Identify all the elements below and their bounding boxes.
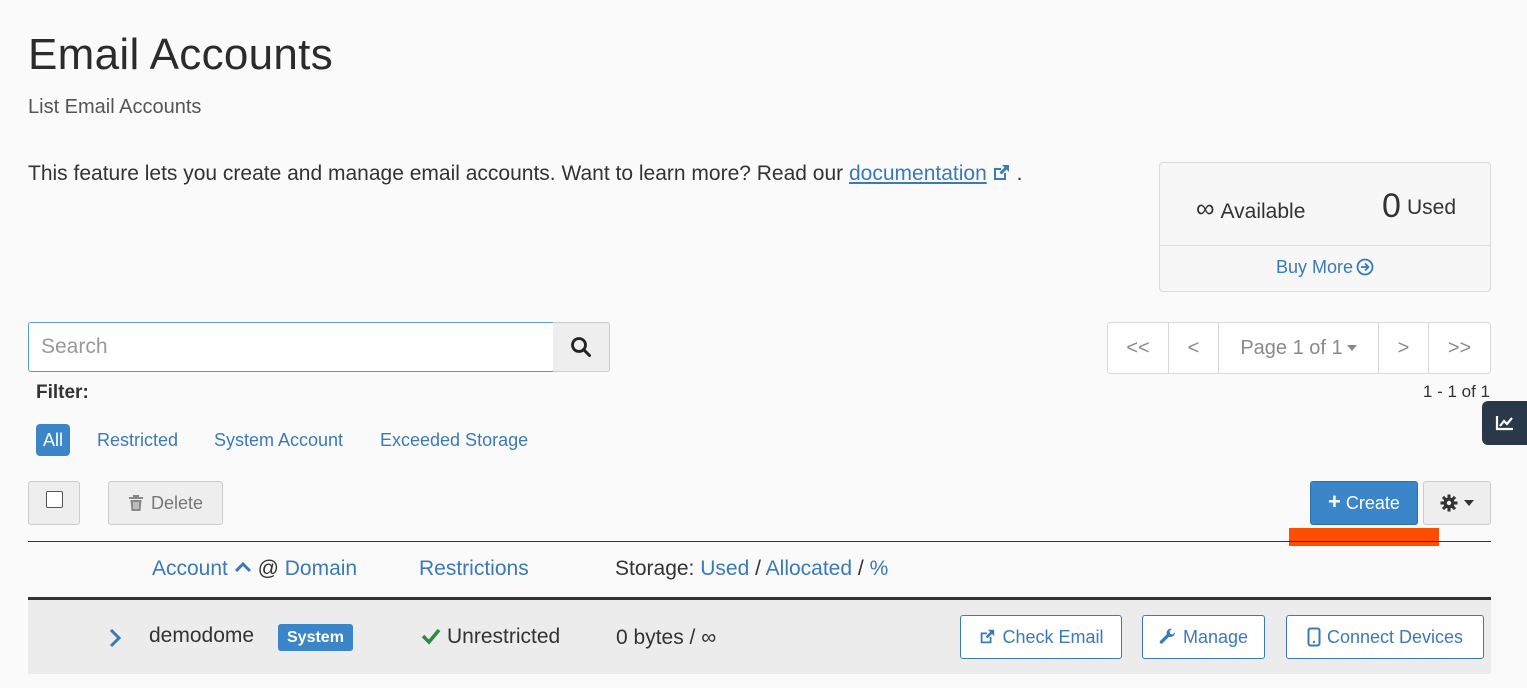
search-input[interactable]	[28, 322, 554, 372]
arrow-circle-right-icon	[1356, 258, 1374, 276]
search-button[interactable]	[553, 322, 610, 372]
first-page-button[interactable]: <<	[1108, 323, 1169, 373]
storage-header: Storage: Used / Allocated / %	[615, 557, 888, 581]
sort-by-used[interactable]: Used	[700, 557, 749, 580]
account-domain-header: Account @ Domain	[152, 557, 357, 581]
next-page-button[interactable]: >	[1379, 323, 1429, 373]
mobile-icon	[1307, 627, 1321, 647]
line-chart-icon	[1495, 416, 1513, 431]
check-email-label: Check Email	[1002, 626, 1104, 647]
buy-more-label[interactable]: Buy More	[1276, 257, 1353, 277]
search-icon	[571, 337, 591, 357]
external-link-icon	[981, 629, 995, 644]
create-button[interactable]: + Create	[1310, 481, 1418, 525]
intro-description: This feature lets you create and manage …	[28, 162, 844, 185]
system-badge: System	[278, 624, 353, 651]
restriction-status: Unrestricted	[421, 625, 560, 649]
result-count: 1 - 1 of 1	[1422, 382, 1490, 401]
gear-icon	[1440, 494, 1458, 512]
restriction-label: Unrestricted	[447, 625, 561, 648]
external-link-icon[interactable]	[991, 163, 1011, 183]
plus-icon: +	[1328, 489, 1341, 514]
filter-label: Filter:	[36, 382, 89, 403]
account-name: demodome	[149, 624, 255, 647]
check-email-button[interactable]: Check Email	[960, 615, 1122, 659]
caret-down-icon	[1464, 500, 1474, 506]
manage-button[interactable]: Manage	[1142, 615, 1265, 659]
buy-more-link[interactable]: Buy More	[1160, 257, 1490, 278]
storage-separator: /	[755, 557, 761, 580]
page-select-label: Page 1 of 1	[1240, 336, 1343, 359]
filter-system-account[interactable]: System Account	[214, 424, 343, 456]
caret-down-icon	[1346, 345, 1357, 351]
used-label: Used	[1406, 196, 1456, 219]
delete-button[interactable]: Delete	[108, 481, 223, 525]
page-subtitle: List Email Accounts	[28, 96, 202, 118]
filter-restricted[interactable]: Restricted	[97, 424, 178, 456]
sort-by-percent[interactable]: %	[870, 557, 889, 580]
settings-dropdown-button[interactable]	[1423, 481, 1491, 525]
connect-devices-label: Connect Devices	[1326, 626, 1464, 647]
infinity-symbol: ∞	[1196, 193, 1215, 223]
check-icon	[421, 628, 441, 645]
at-separator: @	[257, 557, 279, 580]
expand-row-chevron-icon[interactable]	[108, 628, 122, 648]
stats-side-tab[interactable]	[1482, 401, 1527, 445]
page-title: Email Accounts	[28, 30, 334, 79]
restrictions-header[interactable]: Restrictions	[419, 557, 529, 581]
checkbox-box	[45, 490, 63, 508]
documentation-link[interactable]: documentation	[849, 162, 987, 185]
wrench-icon	[1159, 628, 1176, 644]
usage-stats-card: ∞ Available 0 Used Buy More	[1159, 162, 1491, 292]
storage-separator: /	[857, 557, 864, 580]
delete-label: Delete	[150, 492, 204, 513]
select-all-checkbox[interactable]	[28, 481, 80, 525]
trash-icon	[128, 495, 143, 511]
intro-text: This feature lets you create and manage …	[28, 162, 1022, 186]
sort-by-account[interactable]: Account	[152, 557, 228, 580]
used-count: 0	[1382, 187, 1401, 225]
last-page-button[interactable]: >>	[1429, 323, 1490, 373]
pagination: << < Page 1 of 1 > >>	[1107, 322, 1491, 374]
prev-page-button[interactable]: <	[1169, 323, 1219, 373]
sort-by-domain[interactable]: Domain	[285, 557, 357, 580]
create-label: Create	[1345, 492, 1400, 513]
storage-value: 0 bytes / ∞	[616, 626, 717, 649]
filter-exceeded-storage[interactable]: Exceeded Storage	[380, 424, 528, 456]
used-stat: 0 Used	[1382, 187, 1456, 226]
intro-trailing: .	[1016, 162, 1023, 185]
available-label: Available	[1220, 200, 1306, 223]
connect-devices-button[interactable]: Connect Devices	[1286, 615, 1484, 659]
highlight-annotation	[1289, 528, 1439, 546]
storage-label: Storage:	[615, 557, 695, 580]
page-select[interactable]: Page 1 of 1	[1219, 323, 1379, 373]
filter-all[interactable]: All	[36, 424, 71, 456]
manage-label: Manage	[1182, 626, 1249, 647]
sort-ascending-icon[interactable]	[234, 560, 252, 574]
available-stat: ∞ Available	[1196, 193, 1305, 224]
sort-by-allocated[interactable]: Allocated	[766, 557, 852, 580]
table-divider	[28, 541, 1491, 542]
